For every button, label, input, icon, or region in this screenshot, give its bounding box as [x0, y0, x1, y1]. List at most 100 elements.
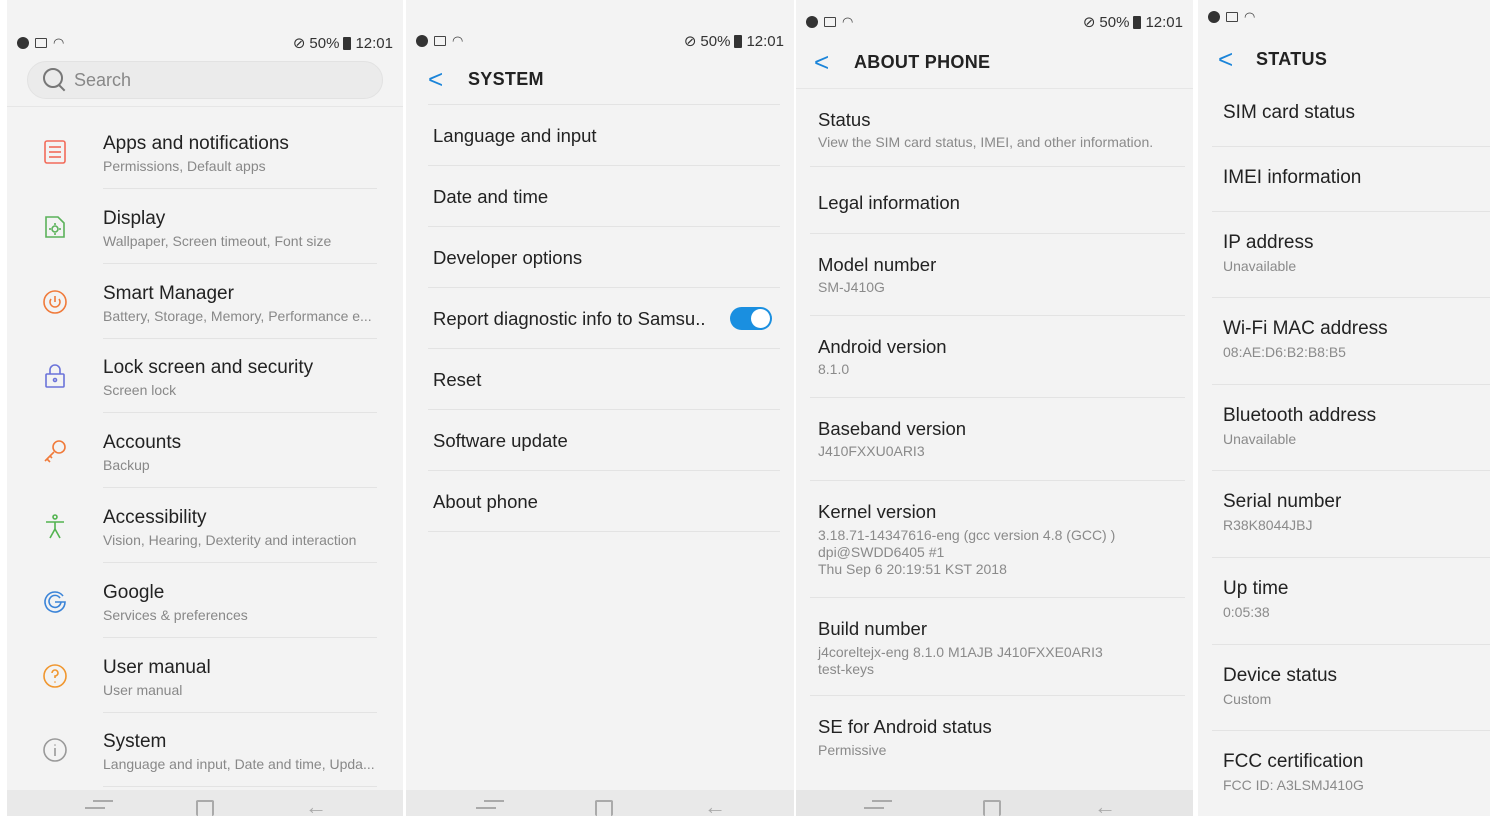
about-item-android-version[interactable]: Android version 8.1.0 — [796, 316, 1193, 398]
status-item-up-time[interactable]: Up time 0:05:38 — [1198, 558, 1490, 645]
page-title: SYSTEM — [468, 68, 544, 89]
settings-item-accessibility[interactable]: Accessibility Vision, Hearing, Dexterity … — [7, 488, 403, 563]
lock-icon — [41, 362, 69, 390]
system-item-report-diagnostic-info-to-samsu-[interactable]: Report diagnostic info to Samsu.. — [406, 288, 794, 349]
help-icon — [41, 662, 69, 690]
home-icon[interactable] — [196, 800, 214, 816]
status-panel: ◠ < STATUS SIM card status IMEI informati… — [1198, 0, 1490, 816]
settings-item-system[interactable]: System Language and input, Date and time,… — [7, 712, 403, 788]
status-item-device-status[interactable]: Device status Custom — [1198, 645, 1490, 731]
system-item-date-and-time[interactable]: Date and time — [406, 166, 794, 227]
recent-apps-icon[interactable] — [476, 800, 504, 816]
status-item-wi-fi-mac-address[interactable]: Wi-Fi MAC address 08:AE:D6:B2:B8:B5 — [1198, 298, 1490, 385]
item-subtitle: Backup — [103, 457, 150, 474]
settings-item-google[interactable]: Google Services & preferences — [7, 563, 403, 638]
back-arrow-icon[interactable]: < — [1218, 44, 1248, 75]
do-not-disturb-icon: ⊘ — [683, 33, 697, 50]
key-icon — [41, 437, 69, 465]
notification-dot-icon — [416, 35, 428, 47]
about-item-status[interactable]: Status View the SIM card status, IMEI, an… — [796, 89, 1193, 167]
back-arrow-icon[interactable]: < — [428, 64, 458, 95]
about-item-baseband-version[interactable]: Baseband version J410FXXU0ARI3 — [796, 398, 1193, 481]
home-icon[interactable] — [595, 800, 613, 816]
battery-icon — [734, 34, 743, 48]
navigation-bar: ← — [796, 790, 1193, 816]
settings-item-accounts[interactable]: Accounts Backup — [7, 413, 403, 489]
item-subtitle: Custom — [1223, 691, 1272, 707]
item-subtitle: 0:05:38 — [1223, 604, 1270, 620]
system-item-language-and-input[interactable]: Language and input — [406, 105, 794, 166]
battery-icon — [1133, 15, 1142, 29]
about-phone-panel: ◠ ⊘ 50% 12:01 < ABOUT PHONE Status View t… — [796, 0, 1193, 816]
item-subtitle: 3.18.71-14347616-eng (gcc version 4.8 (G… — [818, 527, 1116, 577]
status-bar: ◠ ⊘ 50% 12:01 — [406, 30, 794, 52]
status-item-fcc-certification[interactable]: FCC certification FCC ID: A3LSMJ410G — [1198, 731, 1490, 816]
item-title: Wi-Fi MAC address — [1223, 318, 1388, 339]
clock: 12:01 — [355, 34, 393, 52]
system-item-reset[interactable]: Reset — [406, 349, 794, 410]
divider — [103, 786, 377, 788]
item-title: Reset — [433, 369, 482, 390]
item-title: Baseband version — [818, 418, 967, 439]
status-item-bluetooth-address[interactable]: Bluetooth address Unavailable — [1198, 385, 1490, 471]
status-item-imei-information[interactable]: IMEI information — [1198, 147, 1490, 212]
item-title: Software update — [433, 430, 568, 451]
clock: 12:01 — [1145, 13, 1183, 31]
item-subtitle: View the SIM card status, IMEI, and othe… — [818, 134, 1154, 150]
system-item-developer-options[interactable]: Developer options — [406, 227, 794, 288]
item-title: Legal information — [818, 192, 960, 213]
item-title: Accessibility — [103, 507, 207, 528]
about-item-model-number[interactable]: Model number SM-J410G — [796, 234, 1193, 316]
back-nav-icon[interactable]: ← — [704, 796, 726, 816]
battery-percent: 50% — [700, 32, 731, 50]
back-nav-icon[interactable]: ← — [1094, 796, 1116, 816]
item-subtitle: Permissive — [818, 742, 887, 758]
wifi-icon: ◠ — [1244, 9, 1256, 24]
about-item-se-for-android-status[interactable]: SE for Android status Permissive — [796, 696, 1193, 780]
item-title: About phone — [433, 491, 538, 512]
item-subtitle: Language and input, Date and time, Upda.… — [103, 756, 375, 773]
item-title: Lock screen and security — [103, 357, 314, 379]
item-subtitle: SM-J410G — [818, 279, 885, 295]
search-bar[interactable] — [27, 61, 383, 99]
do-not-disturb-icon: ⊘ — [292, 35, 306, 52]
battery-icon — [343, 36, 352, 50]
gallery-notification-icon — [434, 36, 446, 46]
about-item-build-number[interactable]: Build number j4coreltejx-eng 8.1.0 M1AJB … — [796, 598, 1193, 696]
status-item-ip-address[interactable]: IP address Unavailable — [1198, 212, 1490, 298]
settings-item-display[interactable]: Display Wallpaper, Screen timeout, Font s… — [7, 189, 403, 264]
system-item-software-update[interactable]: Software update — [406, 410, 794, 471]
status-item-serial-number[interactable]: Serial number R38K8044JBJ — [1198, 471, 1490, 558]
item-subtitle: J410FXXU0ARI3 — [818, 443, 925, 459]
item-title: Display — [103, 207, 166, 229]
settings-item-smart-manager[interactable]: Smart Manager Battery, Storage, Memory, P… — [7, 264, 403, 339]
back-arrow-icon[interactable]: < — [814, 47, 844, 78]
about-item-legal-information[interactable]: Legal information — [796, 167, 1193, 234]
recent-apps-icon[interactable] — [85, 800, 113, 816]
header-divider — [7, 106, 403, 107]
home-icon[interactable] — [983, 800, 1001, 816]
item-subtitle: Unavailable — [1223, 431, 1297, 447]
item-subtitle: 8.1.0 — [818, 361, 850, 377]
item-subtitle: Permissions, Default apps — [103, 158, 266, 174]
item-title: User manual — [103, 656, 211, 678]
item-subtitle: Vision, Hearing, Dexterity and interacti… — [103, 532, 357, 548]
item-subtitle: Services & preferences — [103, 606, 248, 623]
settings-item-apps-and-notifications[interactable]: Apps and notifications Permissions, Defau… — [7, 114, 403, 189]
item-title: Google — [103, 581, 165, 603]
search-icon — [42, 67, 68, 93]
settings-item-lock-screen-and-security[interactable]: Lock screen and security Screen lock — [7, 338, 403, 414]
back-nav-icon[interactable]: ← — [305, 796, 327, 816]
about-item-kernel-version[interactable]: Kernel version 3.18.71-14347616-eng (gcc … — [796, 481, 1193, 598]
item-title: SIM card status — [1223, 102, 1355, 123]
recent-apps-icon[interactable] — [864, 800, 892, 816]
search-input[interactable] — [74, 69, 354, 91]
notification-dot-icon — [1208, 11, 1220, 23]
status-item-sim-card-status[interactable]: SIM card status — [1198, 84, 1490, 147]
system-item-about-phone[interactable]: About phone — [406, 471, 794, 532]
settings-item-user-manual[interactable]: User manual User manual — [7, 638, 403, 713]
wifi-icon: ◠ — [842, 14, 854, 29]
status-bar: ◠ ⊘ 50% 12:01 — [796, 11, 1193, 33]
diagnostic-toggle[interactable] — [730, 307, 772, 330]
item-title: SE for Android status — [818, 716, 992, 737]
